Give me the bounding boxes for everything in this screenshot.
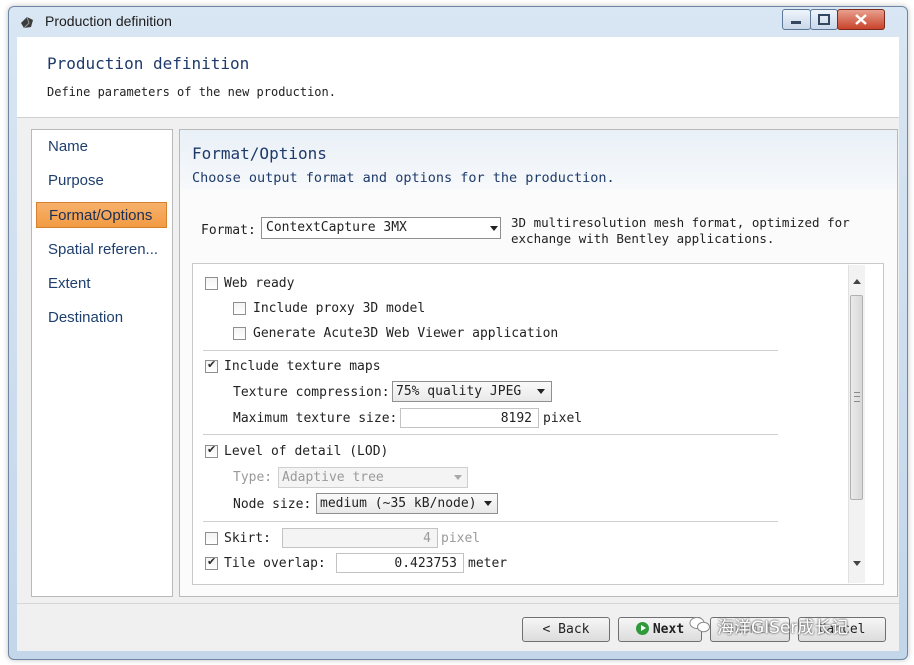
app-logo-icon	[21, 16, 33, 29]
scroll-down-arrow-icon[interactable]	[853, 561, 861, 566]
web-ready-checkbox[interactable]	[205, 277, 218, 290]
texture-compression-value: 75% quality JPEG	[396, 384, 522, 399]
options-scroll-area[interactable]: Web ready Include proxy 3D model Generat…	[192, 263, 884, 585]
texture-compression-label: Texture compression:	[233, 385, 390, 400]
panel-header: Format/Options Choose output format and …	[180, 130, 897, 190]
include-proxy-label: Include proxy 3D model	[253, 301, 426, 316]
tile-overlap-value: 0.423753	[394, 556, 457, 571]
skirt-label: Skirt:	[224, 531, 271, 546]
node-size-value: medium (~35 kB/node)	[320, 496, 477, 511]
generate-viewer-checkbox[interactable]	[233, 327, 246, 340]
scroll-up-arrow-icon[interactable]	[853, 279, 861, 284]
minimize-icon	[791, 21, 801, 24]
options-scrollbar[interactable]	[848, 265, 865, 583]
generate-viewer-label: Generate Acute3D Web Viewer application	[253, 326, 559, 341]
max-texture-size-unit: pixel	[543, 411, 583, 426]
lod-type-label: Type:	[233, 470, 273, 485]
chevron-down-icon	[484, 501, 492, 506]
skirt-value: 4	[423, 531, 431, 546]
lod-type-select[interactable]: Adaptive tree	[278, 467, 468, 488]
panel-subtitle: Choose output format and options for the…	[192, 170, 615, 186]
max-texture-size-label: Maximum texture size:	[233, 411, 398, 426]
watermark: 海洋GISer成长记	[689, 613, 897, 643]
chevron-down-icon	[454, 475, 462, 480]
window-title: Production definition	[45, 13, 172, 29]
max-texture-size-input[interactable]: 8192	[400, 408, 539, 428]
watermark-text: 海洋GISer成长记	[717, 618, 849, 638]
wizard-steps-nav: Name Purpose Format/Options Spatial refe…	[31, 129, 173, 597]
format-label: Format:	[201, 223, 256, 238]
arrow-right-circle-icon	[635, 622, 649, 635]
dialog-header-title: Production definition	[47, 54, 250, 73]
chevron-down-icon	[537, 389, 545, 394]
nav-item-extent[interactable]: Extent	[36, 271, 167, 297]
lod-label: Level of detail (LOD)	[224, 444, 389, 459]
minimize-button[interactable]	[782, 9, 811, 30]
skirt-unit: pixel	[441, 531, 481, 546]
web-ready-label: Web ready	[224, 276, 295, 291]
nav-item-purpose[interactable]: Purpose	[36, 168, 167, 194]
section-divider	[203, 350, 778, 351]
tile-overlap-label: Tile overlap:	[224, 556, 326, 571]
include-proxy-checkbox[interactable]	[233, 302, 246, 315]
production-definition-window: Production definition Production definit…	[8, 6, 908, 660]
footer-divider	[17, 603, 899, 604]
close-icon	[855, 14, 867, 25]
skirt-input[interactable]: 4	[282, 528, 438, 548]
nav-item-format-options[interactable]: Format/Options	[36, 202, 167, 228]
back-button[interactable]: < Back	[522, 617, 610, 642]
chevron-down-icon	[490, 226, 498, 231]
maximize-icon	[818, 14, 830, 25]
wechat-logo-icon	[689, 617, 710, 633]
tile-overlap-checkbox[interactable]	[205, 555, 218, 570]
nav-item-name[interactable]: Name	[36, 134, 167, 160]
section-divider	[203, 521, 778, 522]
node-size-label: Node size:	[233, 497, 312, 512]
dialog-header: Production definition Define parameters …	[17, 37, 899, 118]
grip-icon	[854, 392, 860, 402]
next-button-label: Next	[652, 622, 685, 637]
skirt-checkbox[interactable]	[205, 532, 218, 545]
format-description: 3D multiresolution mesh format, optimize…	[511, 215, 850, 246]
tile-overlap-unit: meter	[468, 556, 508, 571]
lod-checkbox[interactable]	[205, 443, 218, 458]
format-select[interactable]: ContextCapture 3MX	[261, 217, 501, 239]
include-texture-label: Include texture maps	[224, 359, 381, 374]
dialog-header-subtitle: Define parameters of the new production.	[47, 85, 336, 99]
format-select-value: ContextCapture 3MX	[266, 220, 407, 235]
include-texture-checkbox[interactable]	[205, 358, 218, 373]
maximize-button[interactable]	[810, 9, 838, 30]
nav-item-destination[interactable]: Destination	[36, 305, 167, 331]
texture-compression-select[interactable]: 75% quality JPEG	[392, 381, 552, 402]
format-options-panel: Format/Options Choose output format and …	[179, 129, 898, 597]
nav-item-spatial-reference[interactable]: Spatial referen...	[36, 237, 167, 263]
title-bar[interactable]: Production definition	[9, 7, 907, 37]
dialog-client-area: Production definition Define parameters …	[17, 37, 899, 651]
close-button[interactable]	[837, 9, 885, 30]
scrollbar-thumb[interactable]	[850, 295, 863, 500]
section-divider	[203, 434, 778, 435]
panel-title: Format/Options	[192, 144, 327, 163]
max-texture-size-value: 8192	[500, 411, 532, 426]
tile-overlap-input[interactable]: 0.423753	[336, 553, 464, 573]
node-size-select[interactable]: medium (~35 kB/node)	[316, 493, 498, 514]
lod-type-value: Adaptive tree	[282, 470, 384, 485]
